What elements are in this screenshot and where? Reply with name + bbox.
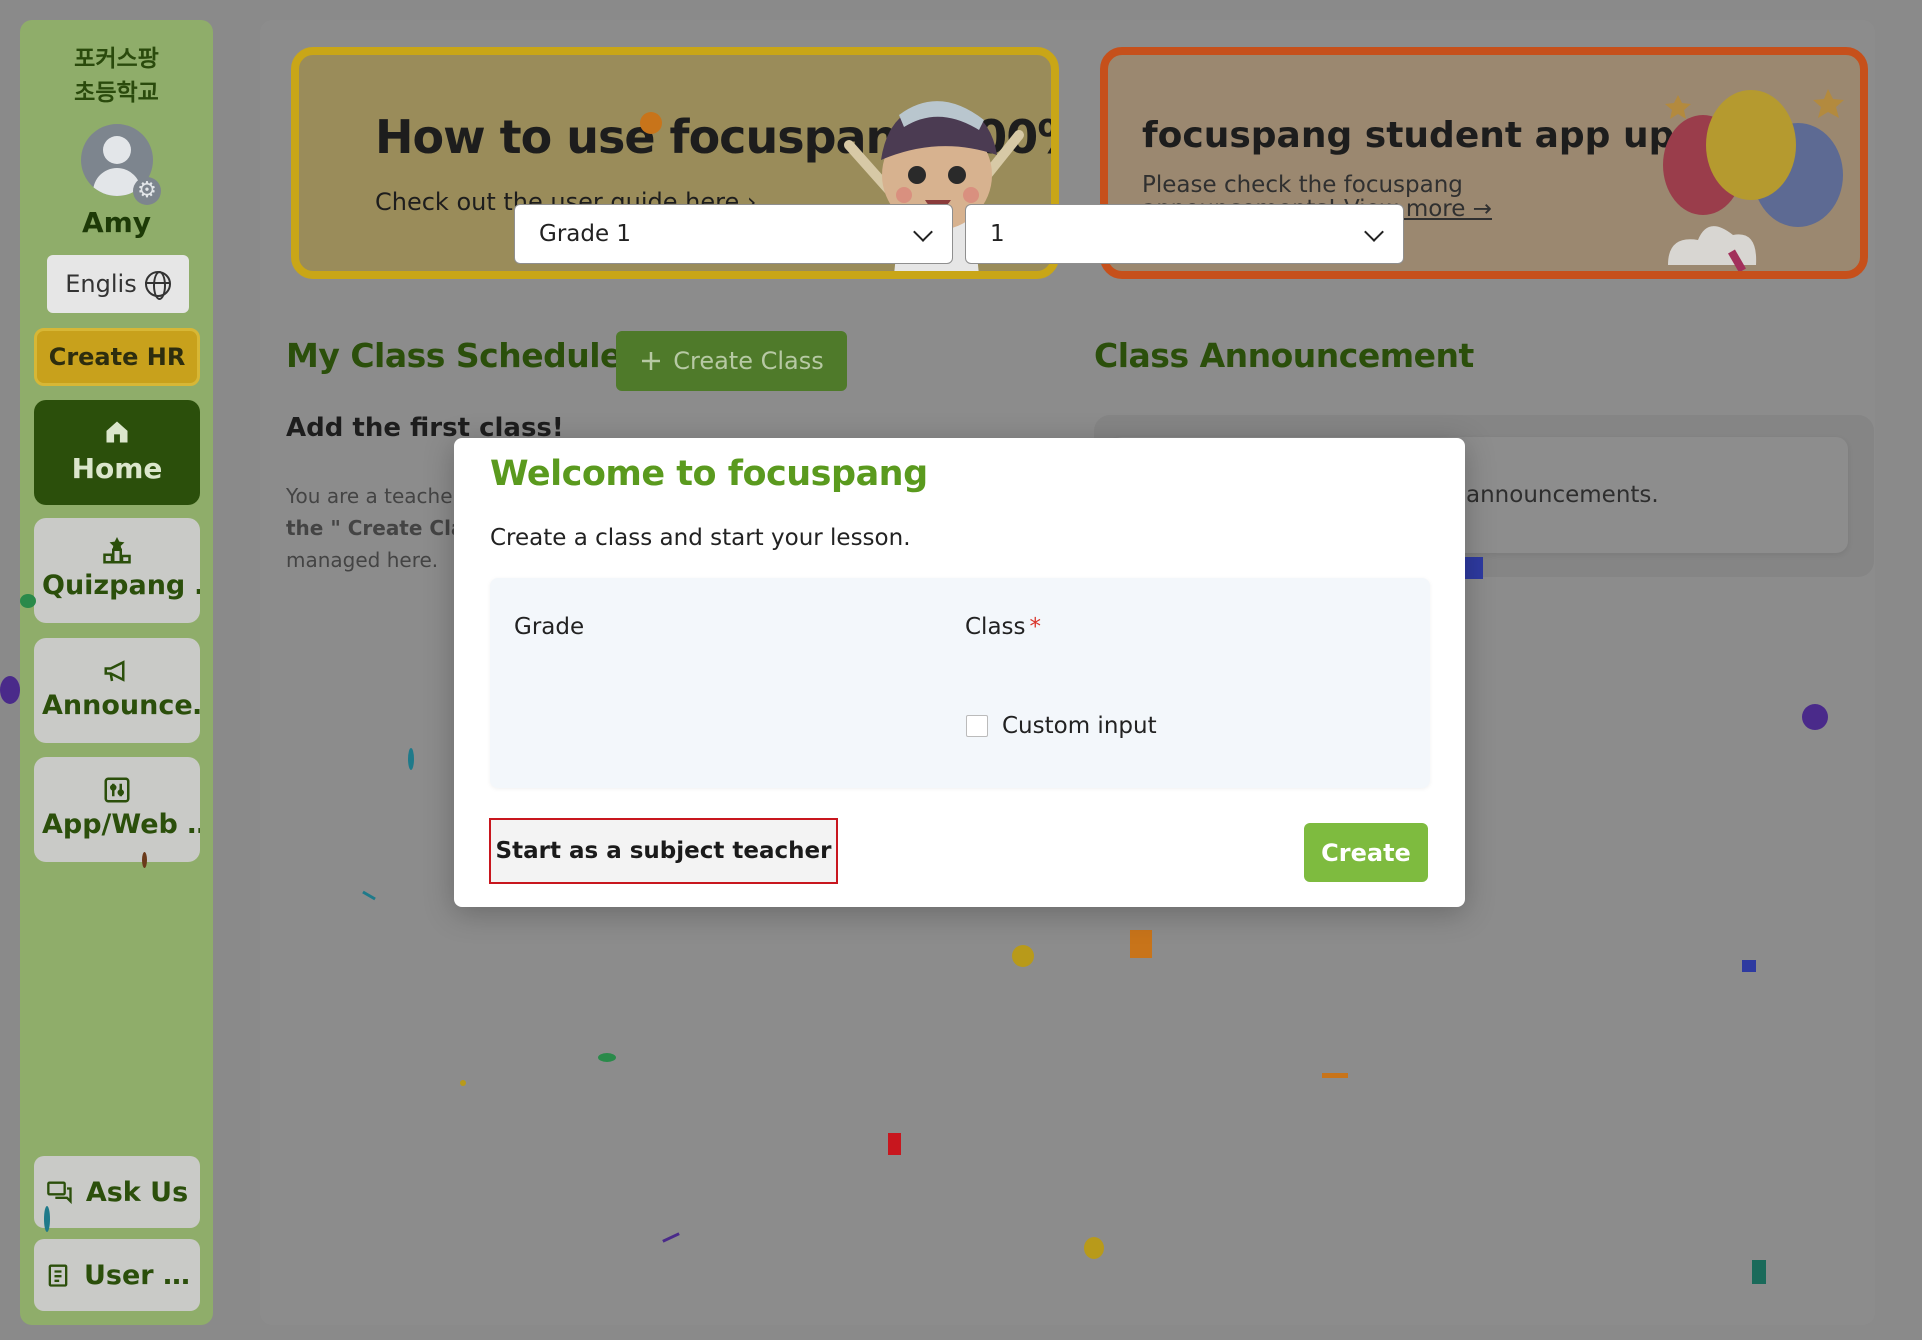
grade-label: Grade — [514, 614, 585, 640]
class-value: 1 — [990, 221, 1005, 247]
nav-home[interactable]: Home — [34, 400, 200, 505]
modal-title: Welcome to focuspang — [490, 454, 928, 494]
class-announcement-title: Class Announcement — [1094, 336, 1474, 375]
nav-announcement[interactable]: Announce… — [34, 638, 200, 743]
create-class-button[interactable]: Create Class — [616, 331, 847, 391]
chevron-down-icon — [913, 222, 933, 242]
custom-input-checkbox[interactable] — [966, 715, 988, 737]
user-label: User … — [83, 1259, 191, 1291]
ask-us-label: Ask Us — [85, 1176, 189, 1208]
class-label-text: Class — [965, 614, 1026, 640]
grade-value: Grade 1 — [539, 221, 632, 247]
plus-icon — [642, 352, 661, 370]
ask-us-button[interactable]: Ask Us — [34, 1156, 200, 1228]
class-label: Class * — [965, 614, 1041, 640]
sliders-icon — [104, 777, 130, 803]
nav-home-label: Home — [71, 452, 163, 485]
modal-description: Create a class and start your lesson. — [490, 525, 911, 551]
clipboard-icon — [48, 1264, 68, 1287]
username: Amy — [81, 206, 152, 239]
language-label: Englis — [65, 270, 137, 298]
class-schedule-title: My Class Schedule — [286, 336, 622, 375]
globe-icon — [144, 271, 171, 300]
grade-select[interactable]: Grade 1 — [514, 204, 953, 264]
nav-appweb[interactable]: App/Web … — [34, 757, 200, 862]
nav-quizpang[interactable]: Quizpang … — [34, 518, 200, 623]
custom-input-option[interactable]: Custom input — [966, 713, 1157, 739]
home-icon — [106, 421, 128, 443]
chevron-down-icon — [1364, 222, 1384, 242]
nav-quizpang-label: Quizpang … — [42, 570, 200, 601]
announcement-empty-text: announcements. — [1466, 482, 1659, 508]
nav-announcement-label: Announce… — [42, 690, 200, 721]
custom-input-label: Custom input — [1002, 713, 1157, 739]
podium-icon — [103, 536, 131, 564]
chat-icon — [46, 1181, 72, 1205]
user-button[interactable]: User … — [34, 1239, 200, 1311]
class-select[interactable]: 1 — [965, 204, 1404, 264]
sidebar: 포커스팡 초등학교 ⚙ Amy Englis Create HR Home Qu… — [20, 20, 213, 1325]
create-hr-button[interactable]: Create HR — [34, 328, 200, 386]
subject-teacher-button[interactable]: Start as a subject teacher — [489, 818, 838, 884]
nav-appweb-label: App/Web … — [42, 809, 200, 840]
balloons-illustration — [1663, 89, 1844, 271]
class-form: Grade Class * — [490, 578, 1430, 788]
create-button[interactable]: Create — [1304, 823, 1428, 882]
required-mark: * — [1029, 614, 1042, 640]
megaphone-icon — [104, 660, 125, 682]
create-class-label: Create Class — [673, 347, 824, 375]
language-button[interactable]: Englis — [47, 255, 189, 313]
gear-icon[interactable]: ⚙ — [133, 177, 161, 205]
school-name: 포커스팡 초등학교 — [74, 46, 159, 106]
